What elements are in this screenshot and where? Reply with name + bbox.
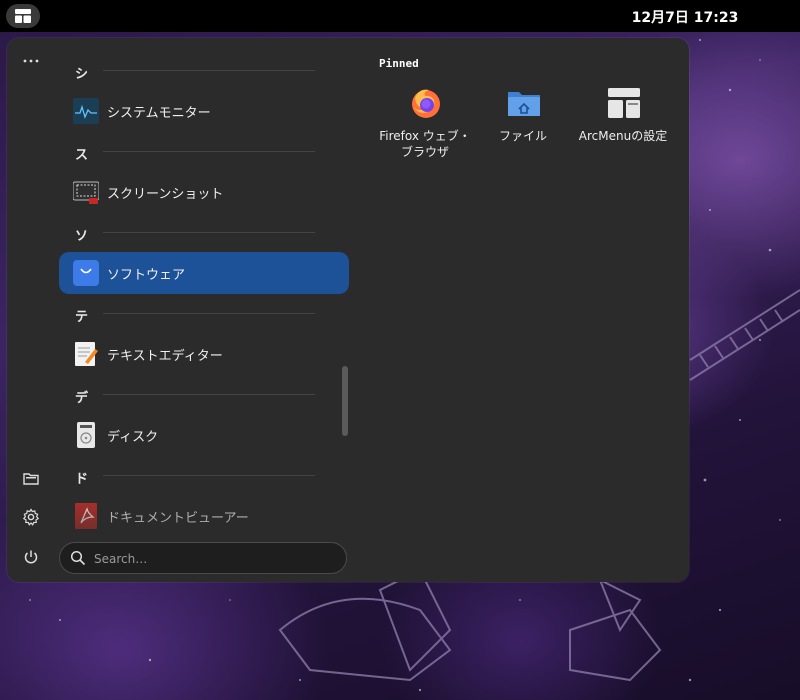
section-letter: ド	[75, 472, 89, 487]
app-item-disks[interactable]: ディスク	[59, 414, 349, 456]
top-panel: 12月7日 17:23	[0, 0, 800, 32]
disks-icon	[77, 422, 95, 448]
app-label: テキストエディター	[107, 349, 223, 364]
section-letter: デ	[75, 391, 89, 406]
section-header-so: ソ	[59, 219, 315, 247]
section-letter: テ	[75, 310, 89, 325]
section-header-su: ス	[59, 138, 315, 166]
document-viewer-icon	[75, 503, 97, 529]
power-button[interactable]	[17, 543, 45, 571]
system-monitor-icon	[73, 98, 99, 124]
app-list[interactable]: シ システムモニター ス スクリーンショット ソ ソフトウェア テ テキストエデ…	[59, 38, 349, 538]
app-label: スクリーンショット	[107, 187, 224, 202]
section-letter: ス	[75, 148, 89, 163]
settings-button[interactable]	[17, 503, 45, 531]
app-item-screenshot[interactable]: スクリーンショット	[59, 171, 349, 213]
scrollbar[interactable]	[342, 366, 348, 436]
section-divider	[103, 394, 315, 395]
app-item-system-monitor[interactable]: システムモニター	[59, 90, 349, 132]
search-input[interactable]	[92, 548, 336, 570]
section-header-shi: シ	[59, 57, 315, 85]
pinned-title: Pinned	[379, 57, 419, 70]
section-header-de: デ	[59, 381, 315, 409]
power-icon	[24, 550, 38, 564]
pinned-label: ArcMenuの設定	[578, 129, 668, 143]
arcmenu-icon	[15, 9, 31, 23]
app-label: ソフトウェア	[107, 268, 186, 283]
more-icon	[23, 59, 39, 63]
folder-icon	[23, 473, 39, 485]
section-divider	[103, 475, 315, 476]
arcmenu-button[interactable]	[6, 4, 40, 28]
section-divider	[103, 70, 315, 71]
section-divider	[103, 151, 315, 152]
app-item-document-viewer[interactable]: ドキュメントビューアー	[59, 495, 349, 537]
software-icon	[73, 260, 99, 286]
files-button[interactable]	[17, 464, 45, 492]
section-divider	[103, 313, 315, 314]
app-label: ドキュメントビューアー	[107, 511, 249, 526]
arc-menu: シ システムモニター ス スクリーンショット ソ ソフトウェア テ テキストエデ…	[7, 38, 689, 582]
app-item-text-editor[interactable]: テキストエディター	[59, 333, 349, 375]
pinned-item-firefox[interactable]: Firefox ウェブ・ブラウザ	[379, 82, 471, 172]
app-label: ディスク	[107, 430, 159, 445]
section-header-do: ド	[59, 462, 315, 490]
search-box[interactable]	[59, 542, 347, 574]
section-header-te: テ	[59, 300, 315, 328]
text-editor-icon	[75, 342, 98, 366]
pinned-label: Firefox ウェブ・ブラウザ	[379, 129, 471, 159]
clock[interactable]: 12月7日 17:23	[600, 7, 770, 27]
gear-icon	[22, 508, 40, 526]
section-divider	[103, 232, 315, 233]
pinned-item-arcmenu-settings[interactable]: ArcMenuの設定	[577, 82, 669, 172]
arcmenu-settings-icon	[608, 88, 640, 118]
section-letter: シ	[75, 67, 89, 82]
firefox-icon	[412, 89, 440, 118]
search-icon	[70, 550, 86, 566]
files-folder-icon	[508, 92, 540, 116]
app-label: システムモニター	[107, 106, 211, 121]
more-button[interactable]	[17, 47, 45, 75]
screenshot-icon	[73, 181, 99, 204]
pinned-item-files[interactable]: ファイル	[477, 82, 569, 172]
section-letter: ソ	[75, 229, 89, 244]
app-item-software[interactable]: ソフトウェア	[59, 252, 349, 294]
pinned-label: ファイル	[498, 129, 547, 143]
